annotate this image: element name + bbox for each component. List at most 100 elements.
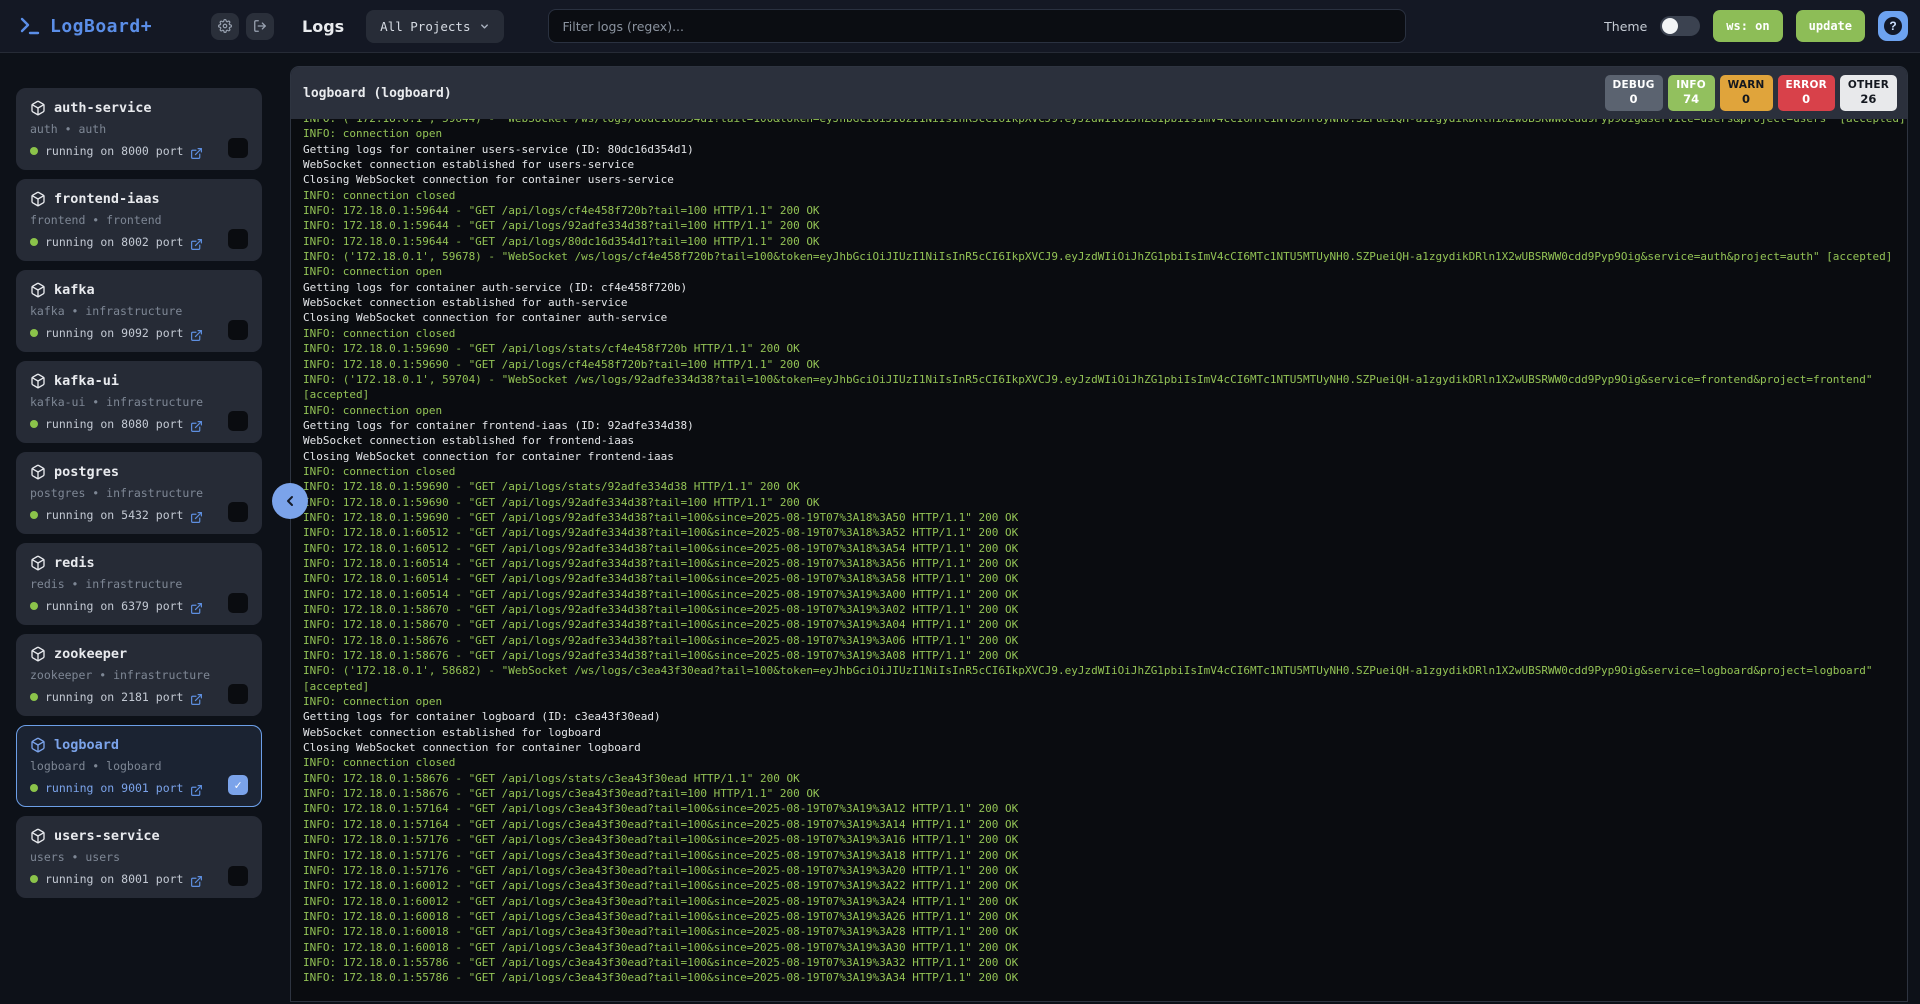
badge-count: 0: [1613, 92, 1655, 106]
service-subtitle: frontend • frontend: [30, 213, 248, 227]
log-line: INFO: 172.18.0.1:60512 - "GET /api/logs/…: [303, 541, 1907, 556]
external-link-icon[interactable]: [190, 145, 203, 158]
log-level-badge: INFO 74: [1668, 75, 1715, 111]
log-line: INFO: 172.18.0.1:60012 - "GET /api/logs/…: [303, 878, 1907, 893]
service-subtitle: logboard • logboard: [30, 759, 248, 773]
status-dot: [30, 784, 38, 792]
service-name: zookeeper: [54, 646, 127, 662]
service-card[interactable]: kafka kafka • infrastructure running on …: [16, 270, 262, 352]
log-level-badge: WARN 0: [1720, 75, 1773, 111]
project-filter-dropdown[interactable]: All Projects: [366, 10, 504, 43]
theme-toggle[interactable]: [1660, 16, 1700, 36]
status-dot: [30, 147, 38, 155]
service-select-checkbox[interactable]: [228, 229, 248, 249]
log-line: INFO: 172.18.0.1:59644 - "GET /api/logs/…: [303, 203, 1907, 218]
log-line: Getting logs for container frontend-iaas…: [303, 418, 1907, 433]
log-line: INFO: 172.18.0.1:57164 - "GET /api/logs/…: [303, 801, 1907, 816]
log-output[interactable]: INFO: ('172.18.0.1', 59644) - "WebSocket…: [291, 119, 1907, 1001]
status-dot: [30, 238, 38, 246]
service-card[interactable]: frontend-iaas frontend • frontend runnin…: [16, 179, 262, 261]
container-cube-icon: [30, 100, 46, 116]
badge-label: DEBUG: [1613, 79, 1655, 91]
badge-label: OTHER: [1848, 79, 1889, 91]
service-card[interactable]: logboard logboard • logboard running on …: [16, 725, 262, 807]
logout-button[interactable]: [246, 13, 274, 40]
service-card[interactable]: auth-service auth • auth running on 8000…: [16, 88, 262, 170]
log-line: INFO: ('172.18.0.1', 59644) - "WebSocket…: [303, 119, 1907, 126]
container-cube-icon: [30, 646, 46, 662]
external-link-icon[interactable]: [190, 873, 203, 886]
log-line: INFO: 172.18.0.1:58670 - "GET /api/logs/…: [303, 617, 1907, 632]
service-select-checkbox[interactable]: [228, 866, 248, 886]
log-line: Getting logs for container logboard (ID:…: [303, 709, 1907, 724]
service-status: running on 8000 port: [45, 144, 183, 158]
container-cube-icon: [30, 191, 46, 207]
log-line: Closing WebSocket connection for contain…: [303, 740, 1907, 755]
update-button[interactable]: update: [1796, 10, 1865, 42]
service-status: running on 8080 port: [45, 417, 183, 431]
log-line: INFO: 172.18.0.1:60018 - "GET /api/logs/…: [303, 940, 1907, 955]
log-filter-input[interactable]: [548, 9, 1406, 43]
websocket-status-button[interactable]: ws: on: [1713, 10, 1782, 42]
sidebar-collapse-button[interactable]: [272, 483, 308, 519]
log-line: INFO: 172.18.0.1:57176 - "GET /api/logs/…: [303, 848, 1907, 863]
log-level-badge: DEBUG 0: [1605, 75, 1663, 111]
settings-button[interactable]: [211, 13, 239, 40]
external-link-icon[interactable]: [190, 418, 203, 431]
log-line: Closing WebSocket connection for contain…: [303, 310, 1907, 325]
status-dot: [30, 693, 38, 701]
service-subtitle: postgres • infrastructure: [30, 486, 248, 500]
service-card[interactable]: zookeeper zookeeper • infrastructure run…: [16, 634, 262, 716]
service-select-checkbox[interactable]: [228, 502, 248, 522]
container-cube-icon: [30, 464, 46, 480]
service-card[interactable]: redis redis • infrastructure running on …: [16, 543, 262, 625]
service-card[interactable]: postgres postgres • infrastructure runni…: [16, 452, 262, 534]
service-subtitle: redis • infrastructure: [30, 577, 248, 591]
badge-label: WARN: [1728, 79, 1765, 91]
log-line: INFO: connection closed: [303, 464, 1907, 479]
sidebar-header: LogBoard+: [0, 0, 290, 52]
log-line: INFO: ('172.18.0.1', 59678) - "WebSocket…: [303, 249, 1907, 264]
log-line: INFO: connection open: [303, 264, 1907, 279]
external-link-icon[interactable]: [190, 782, 203, 795]
app-title: LogBoard+: [50, 16, 152, 37]
log-line: INFO: ('172.18.0.1', 58682) - "WebSocket…: [303, 663, 1907, 678]
page-title: Logs: [302, 17, 344, 36]
log-line: INFO: 172.18.0.1:60514 - "GET /api/logs/…: [303, 556, 1907, 571]
log-line: INFO: 172.18.0.1:58676 - "GET /api/logs/…: [303, 648, 1907, 663]
badge-count: 74: [1676, 92, 1707, 106]
external-link-icon[interactable]: [190, 509, 203, 522]
help-button[interactable]: ?: [1878, 11, 1908, 41]
services-sidebar: auth-service auth • auth running on 8000…: [0, 53, 290, 1004]
log-line: INFO: 172.18.0.1:58676 - "GET /api/logs/…: [303, 786, 1907, 801]
gear-icon: [218, 19, 232, 33]
chevron-left-icon: [282, 493, 298, 509]
log-line: INFO: 172.18.0.1:57164 - "GET /api/logs/…: [303, 817, 1907, 832]
log-line: INFO: 172.18.0.1:57176 - "GET /api/logs/…: [303, 863, 1907, 878]
theme-toggle-knob: [1662, 18, 1678, 34]
service-select-checkbox[interactable]: [228, 593, 248, 613]
service-card[interactable]: kafka-ui kafka-ui • infrastructure runni…: [16, 361, 262, 443]
log-panel: logboard (logboard) DEBUG 0 INFO 74 WARN…: [290, 66, 1908, 1002]
badge-label: INFO: [1676, 79, 1707, 91]
service-status: running on 5432 port: [45, 508, 183, 522]
service-status: running on 2181 port: [45, 690, 183, 704]
external-link-icon[interactable]: [190, 600, 203, 613]
external-link-icon[interactable]: [190, 327, 203, 340]
service-select-checkbox[interactable]: [228, 684, 248, 704]
service-select-checkbox[interactable]: [228, 138, 248, 158]
log-panel-title: logboard (logboard): [303, 86, 452, 101]
external-link-icon[interactable]: [190, 691, 203, 704]
service-status: running on 8001 port: [45, 872, 183, 886]
service-subtitle: users • users: [30, 850, 248, 864]
log-line: INFO: connection open: [303, 694, 1907, 709]
service-select-checkbox[interactable]: [228, 411, 248, 431]
service-name: kafka-ui: [54, 373, 119, 389]
service-select-checkbox[interactable]: [228, 320, 248, 340]
external-link-icon[interactable]: [190, 236, 203, 249]
log-line: INFO: 172.18.0.1:60018 - "GET /api/logs/…: [303, 924, 1907, 939]
service-card[interactable]: users-service users • users running on 8…: [16, 816, 262, 898]
log-line: INFO: connection closed: [303, 326, 1907, 341]
service-select-checkbox[interactable]: ✓: [228, 775, 248, 795]
service-name: users-service: [54, 828, 160, 844]
